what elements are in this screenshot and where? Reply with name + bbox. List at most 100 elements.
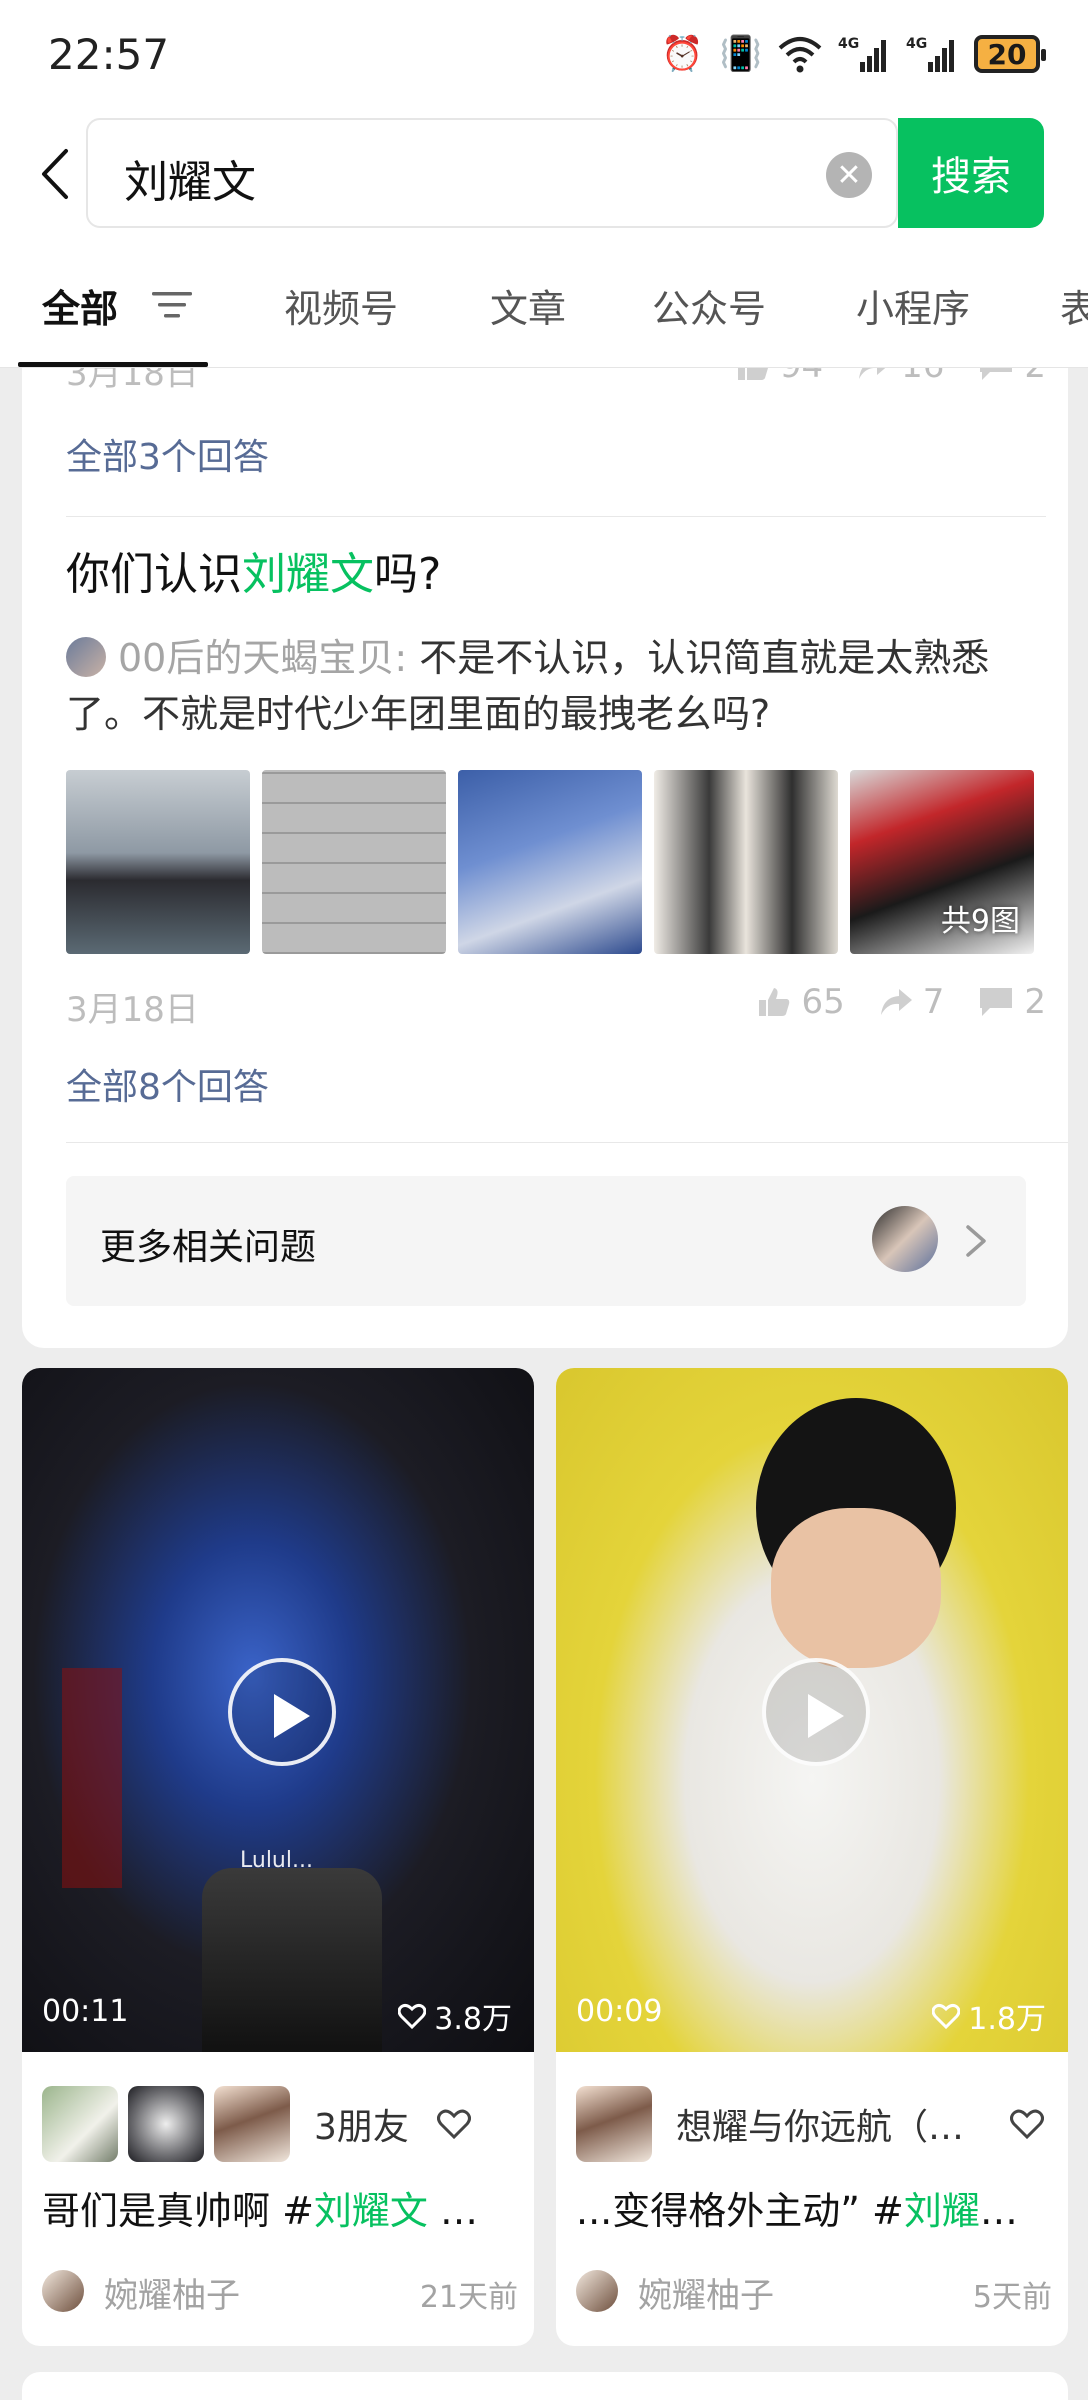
video-card[interactable]: 00:09 1.8万 想耀与你远航（… ...变得格外主动” #刘耀… 婉耀柚子… (556, 1368, 1068, 2346)
prev-like-count: 94 (780, 368, 823, 386)
signal-4g-icon: 4G (838, 36, 886, 72)
alarm-icon: ⏰ (661, 34, 704, 74)
video-title[interactable]: 哥们是真帅啊 #刘耀文 … (42, 2180, 518, 2235)
share-stat[interactable]: 7 (879, 982, 945, 1022)
avatar (872, 1206, 938, 1272)
avatar[interactable] (42, 2270, 84, 2312)
prev-all-answers-link[interactable]: 全部3个回答 (66, 428, 269, 480)
video-info-bar: 00:11 3.8万 (22, 1972, 534, 2052)
divider (66, 516, 1046, 517)
friends-liked-text: 3朋友 (314, 2107, 409, 2148)
author-name[interactable]: 婉耀柚子 (638, 2268, 774, 2317)
answer-stats: 65 7 2 (757, 982, 1046, 1022)
answer-date: 3月18日 (66, 990, 199, 1030)
video-title-highlight: 刘耀文 (313, 2189, 428, 2233)
svg-text:4G: 4G (906, 36, 927, 52)
more-questions-button[interactable]: 更多相关问题 (66, 1176, 1026, 1306)
back-button[interactable] (30, 144, 80, 204)
video-duration: 00:09 (576, 1994, 663, 2029)
friends-row: 3朋友 (42, 2086, 471, 2162)
image-count-badge: 共9图 (940, 904, 1020, 939)
author-name[interactable]: 婉耀柚子 (104, 2268, 240, 2317)
play-icon[interactable] (762, 1658, 870, 1766)
more-questions-label: 更多相关问题 (100, 1227, 317, 1268)
search-header: 刘耀文 ✕ 搜索 (0, 110, 1088, 238)
answer-image[interactable] (654, 770, 838, 954)
heart-icon[interactable] (436, 2109, 471, 2139)
question-title[interactable]: 你们认识刘耀文吗? (66, 538, 441, 602)
share-count: 7 (922, 982, 945, 1022)
all-answers-link[interactable]: 全部8个回答 (66, 1058, 269, 1110)
active-tab-indicator (18, 362, 208, 367)
video-thumbnail[interactable]: Lulul... 00:11 3.8万 (22, 1368, 534, 2052)
friends-liked-text: 想耀与你远航（… (676, 2107, 965, 2148)
answer-image-strip: 共9图 (66, 770, 1046, 954)
prev-like-stat[interactable]: 94 (736, 368, 823, 386)
video-card[interactable]: Lulul... 00:11 3.8万 3朋友 哥们是真帅啊 #刘耀文 … 婉耀… (22, 1368, 534, 2346)
video-footer: 婉耀柚子 21天前 (42, 2268, 518, 2317)
video-title-suffix: … (979, 2189, 1018, 2233)
avatar (42, 2086, 118, 2162)
prev-date: 3月18日 (66, 368, 199, 394)
tab-stickers[interactable]: 表 (1060, 278, 1088, 333)
friends-row: 想耀与你远航（… (576, 2086, 1044, 2162)
wifi-icon (778, 37, 822, 73)
avatar (214, 2086, 290, 2162)
status-icons: ⏰ 📳 4G 4G 20 (661, 32, 1046, 76)
answer-meta-row: 3月18日 65 7 2 (66, 982, 1046, 1030)
chevron-left-icon (42, 149, 68, 199)
comment-icon (980, 988, 1013, 1016)
answer-image[interactable] (66, 770, 250, 954)
play-icon[interactable] (228, 1658, 336, 1766)
question-title-suffix: 吗? (374, 549, 442, 600)
avatar (66, 637, 106, 677)
video-duration: 00:11 (42, 1994, 129, 2029)
filter-icon[interactable] (150, 288, 194, 322)
video-title-highlight: 刘耀 (903, 2189, 980, 2233)
heart-icon[interactable] (1010, 2109, 1044, 2139)
video-likes: 3.8万 (398, 1994, 512, 2038)
video-title[interactable]: ...变得格外主动” #刘耀… (576, 2180, 1052, 2235)
like-stat[interactable]: 65 (757, 982, 845, 1022)
answer-image[interactable]: 共9图 (850, 770, 1034, 954)
question-title-highlight: 刘耀文 (242, 549, 374, 600)
prev-comment-count: 2 (1024, 368, 1046, 386)
prev-meta-row: 3月18日 94 16 2 (66, 368, 1046, 394)
tab-articles[interactable]: 文章 (490, 278, 566, 333)
share-icon (880, 989, 912, 1015)
prev-share-stat[interactable]: 16 (857, 368, 944, 386)
thumbs-up-icon (737, 368, 768, 380)
time-ago: 21天前 (419, 2280, 518, 2315)
signal-4g-icon: 4G (906, 36, 954, 72)
video-like-count: 3.8万 (434, 2002, 512, 2037)
search-input[interactable]: 刘耀文 ✕ (86, 118, 898, 228)
video-title-prefix: ...变得格外主动” # (576, 2189, 904, 2233)
next-result-card[interactable] (22, 2372, 1068, 2400)
video-overlay-text: Lulul... (240, 1848, 313, 1873)
video-like-count: 1.8万 (968, 2002, 1046, 2037)
answer-image[interactable] (458, 770, 642, 954)
search-button[interactable]: 搜索 (898, 118, 1044, 228)
filter-tabs: 全部 视频号 文章 公众号 小程序 表 (0, 238, 1088, 368)
comment-stat[interactable]: 2 (978, 982, 1046, 1022)
avatar[interactable] (576, 2270, 618, 2312)
prev-comment-stat[interactable]: 2 (978, 368, 1046, 386)
avatar (576, 2086, 652, 2162)
video-thumbnail[interactable]: 00:09 1.8万 (556, 1368, 1068, 2052)
video-likes: 1.8万 (932, 1994, 1046, 2038)
tab-mini-programs[interactable]: 小程序 (856, 278, 970, 333)
question-title-prefix: 你们认识 (66, 549, 242, 600)
tab-channels[interactable]: 视频号 (284, 278, 398, 333)
clear-icon[interactable]: ✕ (826, 152, 872, 198)
vibrate-icon: 📳 (719, 34, 762, 74)
answer-snippet[interactable]: 00后的天蝎宝贝: 不是不认识，认识简直就是太熟悉了。不就是时代少年团里面的最拽… (66, 630, 1046, 742)
tab-all[interactable]: 全部 (42, 278, 118, 333)
avatar (128, 2086, 204, 2162)
svg-text:4G: 4G (838, 36, 859, 52)
status-bar: 22:57 ⏰ 📳 4G 4G 20 (0, 0, 1088, 110)
tab-official-accounts[interactable]: 公众号 (652, 278, 766, 333)
heart-icon (398, 2003, 427, 2029)
search-query[interactable]: 刘耀文 (124, 146, 256, 210)
answer-image[interactable] (262, 770, 446, 954)
divider (66, 1142, 1068, 1143)
